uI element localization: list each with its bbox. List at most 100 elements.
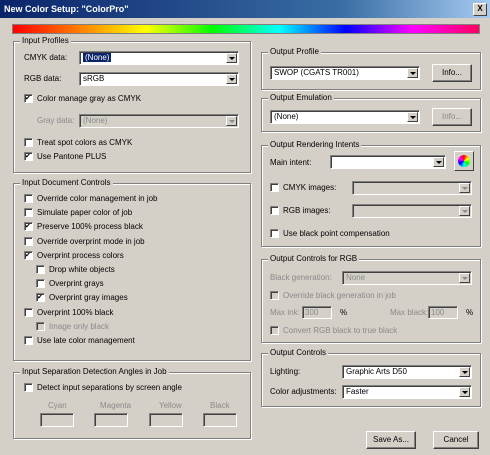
max-black-label: Max black: bbox=[390, 308, 429, 317]
output-profile-legend: Output Profile bbox=[268, 47, 321, 56]
yellow-label: Yellow bbox=[159, 401, 182, 410]
treat-spot-checkbox[interactable] bbox=[24, 138, 33, 147]
detect-separations-checkbox[interactable] bbox=[24, 383, 33, 392]
chevron-down-icon bbox=[459, 387, 470, 397]
rgb-images-checkbox[interactable] bbox=[270, 206, 279, 215]
max-ink-input[interactable]: 300 bbox=[302, 306, 332, 319]
use-pantone-checkbox[interactable] bbox=[24, 152, 33, 161]
cyan-label: Cyan bbox=[48, 401, 67, 410]
idc-label-4: Overprint process colors bbox=[37, 250, 124, 260]
idc-checkbox-10[interactable] bbox=[24, 336, 33, 345]
output-rendering-group: Output Rendering Intents Main intent: CM… bbox=[261, 140, 481, 247]
cmyk-data-select[interactable]: (None) bbox=[79, 51, 239, 65]
black-angle-input[interactable] bbox=[203, 413, 237, 427]
close-button[interactable]: X bbox=[473, 3, 487, 16]
lighting-label: Lighting: bbox=[270, 367, 301, 376]
idc-checkbox-8[interactable] bbox=[24, 307, 33, 317]
idc-checkbox-1[interactable] bbox=[24, 208, 33, 218]
max-ink-percent: % bbox=[340, 308, 348, 317]
max-black-percent: % bbox=[466, 308, 474, 317]
idc-checkbox-9[interactable] bbox=[36, 321, 45, 331]
chevron-down-icon bbox=[407, 112, 418, 122]
black-point-checkbox[interactable] bbox=[270, 229, 279, 238]
black-label: Black bbox=[210, 401, 230, 410]
chevron-down-icon bbox=[459, 183, 470, 193]
color-wheel-icon[interactable] bbox=[454, 151, 474, 171]
chevron-down-icon bbox=[407, 68, 418, 78]
rgb-data-select[interactable]: sRGB bbox=[79, 72, 239, 86]
color-manage-gray-checkbox[interactable] bbox=[24, 94, 33, 103]
color-setup-window: New Color Setup: "ColorPro" X Input Prof… bbox=[0, 0, 490, 455]
input-separation-legend: Input Separation Detection Angles in Job bbox=[20, 367, 169, 376]
chevron-down-icon bbox=[226, 53, 237, 63]
output-emulation-select[interactable]: (None) bbox=[270, 110, 420, 124]
max-black-input[interactable]: 100 bbox=[428, 306, 458, 319]
magenta-label: Magenta bbox=[100, 401, 132, 410]
idc-label-9: Image only black bbox=[49, 321, 110, 331]
idc-checkbox-4[interactable] bbox=[24, 250, 33, 260]
idc-checkbox-2[interactable] bbox=[24, 222, 33, 232]
chevron-down-icon bbox=[459, 273, 470, 283]
convert-black-checkbox[interactable] bbox=[270, 326, 279, 335]
treat-spot-label: Treat spot colors as CMYK bbox=[37, 138, 133, 147]
input-profiles-legend: Input Profiles bbox=[20, 36, 71, 45]
color-manage-gray-label: Color manage gray as CMYK bbox=[37, 94, 142, 103]
output-profile-info-button[interactable]: Info... bbox=[432, 64, 472, 82]
rgb-images-select[interactable] bbox=[352, 204, 472, 218]
override-black-label: Override black generation in job bbox=[283, 291, 396, 300]
output-emulation-legend: Output Emulation bbox=[268, 93, 334, 102]
output-emulation-info-button[interactable]: Info... bbox=[432, 108, 472, 126]
black-generation-value: None bbox=[346, 273, 366, 282]
cmyk-images-checkbox[interactable] bbox=[270, 183, 279, 192]
chevron-down-icon bbox=[226, 74, 237, 84]
max-ink-label: Max ink: bbox=[270, 308, 300, 317]
rgb-images-label: RGB images: bbox=[283, 206, 331, 215]
gray-data-select[interactable]: (None) bbox=[79, 114, 239, 128]
rgb-data-value: sRGB bbox=[83, 74, 105, 83]
yellow-angle-input[interactable] bbox=[149, 413, 183, 427]
idc-checkbox-6[interactable] bbox=[36, 279, 45, 289]
black-generation-label: Black generation: bbox=[270, 273, 332, 282]
override-black-checkbox[interactable] bbox=[270, 291, 279, 300]
input-document-controls-legend: Input Document Controls bbox=[20, 178, 113, 187]
color-adjustments-select[interactable]: Faster bbox=[342, 385, 472, 399]
cmyk-images-label: CMYK images: bbox=[283, 183, 337, 192]
output-rgb-legend: Output Controls for RGB bbox=[268, 254, 360, 263]
input-separation-group: Input Separation Detection Angles in Job… bbox=[13, 367, 251, 439]
idc-label-10: Use late color management bbox=[37, 336, 135, 345]
idc-checkbox-7[interactable] bbox=[36, 293, 45, 303]
idc-label-8: Overprint 100% black bbox=[37, 307, 114, 317]
color-adjustments-label: Color adjustments: bbox=[270, 387, 337, 396]
title-bar: New Color Setup: "ColorPro" X bbox=[0, 0, 490, 18]
cancel-button[interactable]: Cancel bbox=[433, 431, 479, 449]
black-generation-select[interactable]: None bbox=[342, 271, 472, 285]
chevron-down-icon bbox=[433, 157, 444, 167]
lighting-value: Graphic Arts D50 bbox=[346, 367, 407, 376]
gray-data-value: (None) bbox=[83, 116, 108, 125]
detect-separations-label: Detect input separations by screen angle bbox=[37, 383, 182, 392]
cyan-angle-input[interactable] bbox=[40, 413, 74, 427]
save-as-button[interactable]: Save As... bbox=[366, 431, 416, 449]
rgb-data-label: RGB data: bbox=[24, 74, 62, 83]
idc-checkbox-0[interactable] bbox=[24, 194, 33, 203]
cmyk-images-select[interactable] bbox=[352, 181, 472, 195]
output-controls-legend: Output Controls bbox=[268, 348, 329, 357]
idc-label-1: Simulate paper color of job bbox=[37, 208, 133, 218]
idc-label-2: Preserve 100% process black bbox=[37, 222, 143, 232]
color-spectrum-bar bbox=[12, 24, 480, 34]
main-intent-select[interactable] bbox=[330, 155, 446, 169]
output-rgb-group: Output Controls for RGB Black generation… bbox=[261, 254, 481, 343]
idc-checkbox-3[interactable] bbox=[24, 236, 33, 246]
chevron-down-icon bbox=[459, 367, 470, 377]
input-profiles-group: Input Profiles CMYK data: (None) RGB dat… bbox=[13, 36, 251, 173]
output-emulation-group: Output Emulation (None) Info... bbox=[261, 93, 481, 132]
idc-label-6: Overprint grays bbox=[49, 279, 104, 289]
magenta-angle-input[interactable] bbox=[94, 413, 128, 427]
cmyk-data-value: (None) bbox=[83, 53, 112, 62]
idc-label-7: Overprint gray images bbox=[49, 293, 128, 303]
idc-checkbox-5[interactable] bbox=[36, 265, 45, 274]
chevron-down-icon bbox=[459, 206, 470, 216]
chevron-down-icon bbox=[226, 116, 237, 126]
output-profile-select[interactable]: SWOP (CGATS TR001) bbox=[270, 66, 420, 80]
lighting-select[interactable]: Graphic Arts D50 bbox=[342, 365, 472, 379]
